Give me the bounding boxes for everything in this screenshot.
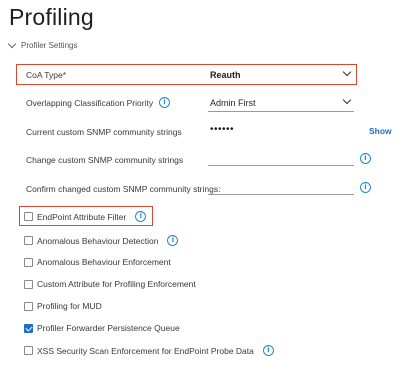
checkbox-label: EndPoint Attribute Filter xyxy=(37,211,127,222)
current-snmp-label: Current custom SNMP community strings xyxy=(26,127,182,137)
confirm-snmp-input[interactable] xyxy=(208,179,354,195)
overlapping-label: Overlapping Classification Priority xyxy=(26,98,154,108)
confirm-snmp-label: Confirm changed custom SNMP community st… xyxy=(26,184,221,194)
checkbox-label: Custom Attribute for Profiling Enforceme… xyxy=(37,279,196,289)
section-label: Profiler Settings xyxy=(21,41,78,50)
info-icon[interactable]: i xyxy=(135,211,147,222)
checkbox[interactable] xyxy=(24,212,33,221)
checkbox-xss-security-scan[interactable]: XSS Security Scan Enforcement for EndPoi… xyxy=(24,345,274,356)
coa-type-value: Reauth xyxy=(210,70,241,80)
change-snmp-label: Change custom SNMP community strings xyxy=(26,155,184,165)
overlapping-value: Admin First xyxy=(210,98,256,108)
checkbox-endpoint-attribute-filter[interactable]: EndPoint Attribute Filter i xyxy=(24,211,147,222)
checkbox[interactable] xyxy=(24,257,33,267)
current-snmp-field[interactable]: •••••• xyxy=(208,122,354,139)
chevron-down-icon xyxy=(342,95,352,105)
checkbox-profiling-for-mud[interactable]: Profiling for MUD xyxy=(24,301,102,311)
checkbox-custom-attribute-profiling[interactable]: Custom Attribute for Profiling Enforceme… xyxy=(24,279,196,289)
chevron-down-icon xyxy=(7,39,17,49)
checkbox-label: Profiler Forwarder Persistence Queue xyxy=(37,323,180,333)
checkbox-label: Profiling for MUD xyxy=(37,301,102,311)
checkbox[interactable] xyxy=(24,301,33,311)
checkbox-anomalous-behaviour-enforcement[interactable]: Anomalous Behaviour Enforcement xyxy=(24,257,171,267)
checkbox[interactable] xyxy=(24,279,33,289)
checkbox-label: Anomalous Behaviour Enforcement xyxy=(37,257,171,267)
info-icon[interactable]: i xyxy=(360,153,371,164)
info-icon[interactable]: i xyxy=(159,97,170,108)
current-snmp-value: •••••• xyxy=(210,124,235,135)
page-title: Profiling xyxy=(9,4,94,30)
overlapping-select[interactable]: Admin First xyxy=(208,94,354,112)
info-icon[interactable]: i xyxy=(262,345,274,356)
checkbox-checked[interactable] xyxy=(24,323,33,333)
coa-type-select[interactable]: Reauth xyxy=(208,66,354,84)
chevron-down-icon xyxy=(342,67,352,77)
checkbox[interactable] xyxy=(24,236,33,245)
info-icon[interactable]: i xyxy=(360,182,371,193)
checkbox-anomalous-behaviour-detection[interactable]: Anomalous Behaviour Detection i xyxy=(24,235,179,246)
show-link[interactable]: Show xyxy=(369,126,392,136)
change-snmp-input[interactable] xyxy=(208,150,354,166)
info-icon[interactable]: i xyxy=(167,235,179,246)
checkbox-label: Anomalous Behaviour Detection xyxy=(37,235,159,246)
checkbox[interactable] xyxy=(24,346,33,355)
coa-type-label: CoA Type* xyxy=(26,70,67,80)
profiler-settings-toggle[interactable]: Profiler Settings xyxy=(7,39,78,50)
checkbox-label: XSS Security Scan Enforcement for EndPoi… xyxy=(37,345,254,356)
checkbox-profiler-forwarder-persistence-queue[interactable]: Profiler Forwarder Persistence Queue xyxy=(24,323,180,333)
